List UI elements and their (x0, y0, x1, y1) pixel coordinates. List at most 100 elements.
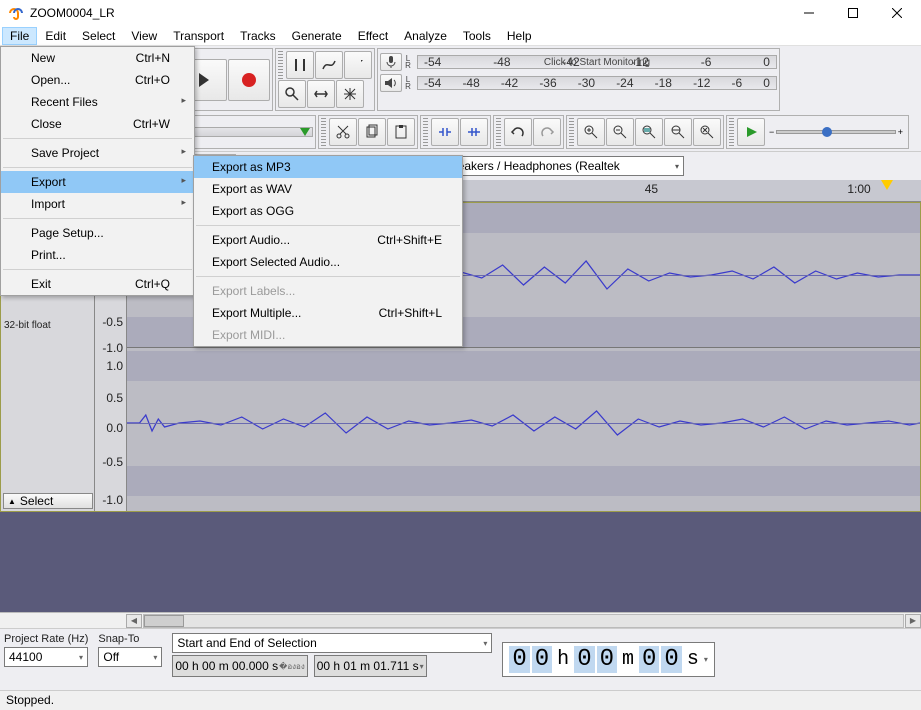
silence-button[interactable] (460, 118, 488, 146)
status-bar: Stopped. (0, 690, 921, 710)
menu-analyze[interactable]: Analyze (396, 27, 455, 45)
snap-to-select[interactable]: Off▾ (98, 647, 162, 667)
file-menu-item[interactable]: Print... (1, 244, 194, 266)
scrollbar-thumb[interactable] (144, 615, 184, 627)
draw-tool[interactable] (344, 51, 372, 79)
playback-meter[interactable]: -54 -48 -42 -36 -30 -24 -18 -12 -6 0 (417, 76, 777, 90)
zoom-tool[interactable] (278, 80, 306, 108)
lr-label: LR (402, 55, 414, 69)
export-submenu: Export as MP3Export as WAVExport as OGG E… (193, 155, 463, 347)
export-menu-item: Export Labels... (194, 280, 462, 302)
fit-project-button[interactable] (664, 118, 692, 146)
file-menu-item[interactable]: Import▸ (1, 193, 194, 215)
redo-button[interactable] (533, 118, 561, 146)
export-menu-item[interactable]: Export Audio...Ctrl+Shift+E (194, 229, 462, 251)
status-text: Stopped. (6, 693, 54, 707)
fit-selection-button[interactable] (635, 118, 663, 146)
cut-button[interactable] (329, 118, 357, 146)
maximize-button[interactable] (831, 0, 875, 26)
file-menu-item[interactable]: Page Setup... (1, 222, 194, 244)
play-at-speed-button[interactable] (737, 118, 765, 146)
record-meter-toolbar: LR -54 -48 -42 Click to Start Monitoring… (377, 48, 780, 111)
scroll-left-button[interactable]: ◀ (126, 614, 142, 628)
paste-button[interactable] (387, 118, 415, 146)
speaker-icon[interactable] (380, 74, 402, 92)
horizontal-scrollbar[interactable]: ◀ ▶ (0, 612, 921, 628)
meter-tick: 0 (763, 76, 770, 90)
selection-mode-select[interactable]: Start and End of Selection▾ (172, 633, 492, 653)
menu-file[interactable]: File (2, 27, 37, 45)
selection-tool[interactable] (286, 51, 314, 79)
copy-button[interactable] (358, 118, 386, 146)
zoom-toolbar (566, 115, 724, 149)
meter-tick: -36 (539, 76, 556, 90)
zoom-toggle-button[interactable] (693, 118, 721, 146)
multi-tool[interactable] (336, 80, 364, 108)
export-menu-item[interactable]: Export as OGG (194, 200, 462, 222)
meter-tick: -30 (578, 76, 595, 90)
file-menu-item[interactable]: Save Project▸ (1, 142, 194, 164)
scrollbar-track[interactable] (143, 614, 904, 628)
tools-toolbar (275, 48, 375, 111)
window-title: ZOOM0004_LR (30, 6, 787, 20)
empty-track-area[interactable] (0, 512, 921, 612)
export-menu-item[interactable]: Export as MP3 (194, 156, 462, 178)
menu-transport[interactable]: Transport (165, 27, 232, 45)
minimize-button[interactable] (787, 0, 831, 26)
file-menu-item[interactable]: Export▸ (1, 171, 194, 193)
menu-tools[interactable]: Tools (455, 27, 499, 45)
app-icon (8, 5, 24, 21)
project-rate-select[interactable]: 44100▾ (4, 647, 88, 667)
lr-label: LR (402, 76, 414, 90)
envelope-tool[interactable] (315, 51, 343, 79)
menu-effect[interactable]: Effect (350, 27, 396, 45)
meter-tick: -54 (424, 55, 441, 69)
meter-tick: -6 (732, 76, 743, 90)
track-select-button[interactable]: ▲Select (3, 493, 93, 509)
monitoring-prompt[interactable]: Click to Start Monitoring (508, 56, 686, 68)
scrub-marker-icon (300, 128, 310, 136)
menu-view[interactable]: View (123, 27, 165, 45)
timeline-tick: 45 (645, 182, 658, 196)
play-speed-toolbar: −+ (726, 115, 909, 149)
meter-tick: -24 (616, 76, 633, 90)
undo-button[interactable] (504, 118, 532, 146)
playback-device-select[interactable]: Speakers / Headphones (Realtek▾ (434, 156, 684, 176)
record-button[interactable] (228, 59, 270, 101)
play-speed-slider[interactable]: −+ (776, 130, 896, 134)
menu-select[interactable]: Select (74, 27, 123, 45)
export-menu-item[interactable]: Export as WAV (194, 178, 462, 200)
export-menu-item: Export MIDI... (194, 324, 462, 346)
menu-tracks[interactable]: Tracks (232, 27, 284, 45)
play-cursor-icon[interactable] (881, 180, 893, 190)
menu-help[interactable]: Help (499, 27, 540, 45)
zoom-out-button[interactable] (606, 118, 634, 146)
close-button[interactable] (875, 0, 919, 26)
trim-button[interactable] (431, 118, 459, 146)
file-menu-item[interactable]: CloseCtrl+W (1, 113, 194, 135)
menu-edit[interactable]: Edit (37, 27, 74, 45)
selection-end-input[interactable]: 00 h 01 m 01.711 s▾ (314, 655, 427, 677)
scroll-right-button[interactable]: ▶ (905, 614, 921, 628)
export-menu-item[interactable]: Export Multiple...Ctrl+Shift+L (194, 302, 462, 324)
mic-icon[interactable] (380, 53, 402, 71)
meter-tick: -54 (424, 76, 441, 90)
file-menu-item[interactable]: ExitCtrl+Q (1, 273, 194, 295)
track-format: 32-bit float (1, 319, 94, 332)
menu-generate[interactable]: Generate (284, 27, 350, 45)
timeshift-tool[interactable] (307, 80, 335, 108)
waveform-channel-right[interactable] (127, 351, 920, 496)
project-rate-label: Project Rate (Hz) (4, 633, 88, 645)
timeline-tick: 1:00 (847, 182, 870, 196)
file-menu-item[interactable]: Recent Files▸ (1, 91, 194, 113)
audio-position-display[interactable]: 00h 00m 00s▾ (502, 642, 715, 677)
file-menu-item[interactable]: NewCtrl+N (1, 47, 194, 69)
record-meter[interactable]: -54 -48 -42 Click to Start Monitoring -1… (417, 55, 777, 69)
zoom-in-button[interactable] (577, 118, 605, 146)
export-menu-item[interactable]: Export Selected Audio... (194, 251, 462, 273)
meter-tick: -12 (693, 76, 710, 90)
file-menu-item[interactable]: Open...Ctrl+O (1, 69, 194, 91)
meter-tick: -42 (501, 76, 518, 90)
meter-tick: -6 (701, 55, 712, 69)
selection-start-input[interactable]: 00 h 00 m 00.000 s�ององ (172, 655, 307, 677)
